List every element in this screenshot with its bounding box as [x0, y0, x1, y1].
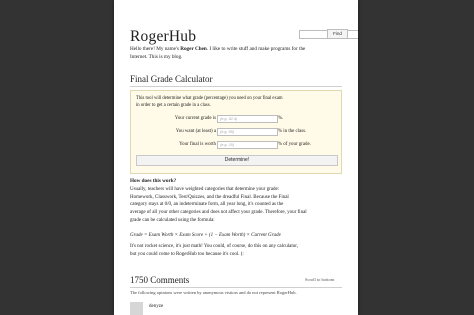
final-worth-label: Your final is worth: [179, 142, 216, 147]
current-grade-label: Your current grade is: [174, 116, 216, 121]
how-line: Homework, Classwork, Test/Quizzes, and t…: [130, 194, 289, 200]
calculator-description: This tool will determine what grade (per…: [136, 95, 336, 109]
author-name-link[interactable]: Roger Chen: [180, 46, 207, 52]
how-body: Usually, teachers will have weighted cat…: [130, 186, 342, 225]
grade-formula: Grade = Exam Worth × Exam Score + (1 − E…: [130, 233, 281, 238]
final-worth-input[interactable]: (e.g. 20): [217, 141, 278, 149]
how-title: How does this work?: [130, 178, 177, 184]
calculator-title: Final Grade Calculator: [130, 74, 213, 84]
find-button[interactable]: Find: [327, 29, 348, 39]
intro-text: Hello there! My name's Roger Chen. I lik…: [130, 45, 340, 62]
scroll-to-bottom-link[interactable]: Scroll to bottom: [305, 277, 334, 282]
site-title[interactable]: RogerHub: [130, 28, 196, 46]
final-worth-suffix: % of your grade.: [278, 142, 311, 147]
target-grade-suffix: % in the class.: [278, 129, 307, 134]
determine-button[interactable]: Determine!: [136, 155, 338, 166]
how-line: Usually, teachers will have weighted cat…: [130, 187, 280, 192]
how-line: category stays at 0/0, an indeterminate …: [130, 202, 284, 208]
math-note: It's not rocket science, it's just math!…: [130, 243, 342, 258]
target-grade-label: You want (at least) a: [175, 129, 216, 134]
note-line: but you could come to RogerHub too becau…: [130, 251, 244, 257]
comments-title: 1750 Comments: [130, 275, 190, 285]
intro-line1-rest: . I like to write stuff and make program…: [206, 46, 306, 52]
comments-disclaimer: The following opinions were written by a…: [130, 290, 297, 295]
intro-prefix: Hello there! My name's: [130, 46, 181, 52]
comment-author: denyze: [149, 304, 164, 309]
intro-line2: Internet. This is my blog.: [130, 54, 183, 61]
how-line: grade can be calculated using the formul…: [130, 217, 215, 223]
how-line: average of all your other categories and…: [130, 210, 307, 216]
target-grade-input[interactable]: (e.g. 85): [217, 128, 278, 136]
note-line: It's not rocket science, it's just math!…: [130, 244, 298, 249]
calculator-description-line2: in order to get a certain grade in a cla…: [136, 103, 211, 109]
calculator-description-line1: This tool will determine what grade (per…: [136, 96, 283, 101]
avatar: [130, 302, 143, 315]
calculator-box: This tool will determine what grade (per…: [130, 90, 342, 174]
section-divider: [130, 86, 342, 87]
page-container: RogerHub Find Hello there! My name's Rog…: [114, 0, 358, 315]
comments-divider: [130, 287, 342, 288]
current-grade-input[interactable]: (e.g. 92.4): [217, 115, 278, 123]
current-grade-suffix: %.: [278, 116, 284, 121]
